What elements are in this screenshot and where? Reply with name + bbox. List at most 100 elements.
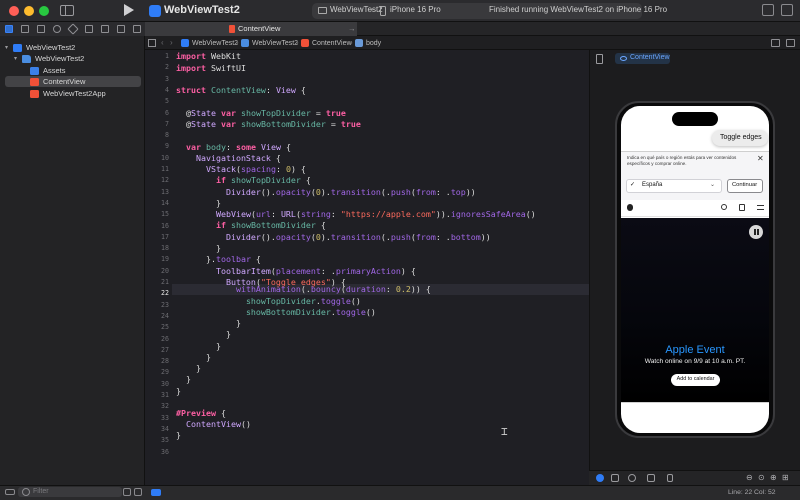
line-number[interactable]: 23	[145, 300, 169, 311]
code-line[interactable]: }	[176, 363, 201, 374]
zoom-actual-icon[interactable]: ⊙	[758, 473, 765, 482]
line-number[interactable]: 18	[145, 243, 169, 254]
code-line[interactable]: }.toolbar {	[176, 254, 261, 265]
sidebar-toggle-icon[interactable]	[60, 5, 74, 16]
symbol-navigator-icon[interactable]	[37, 25, 45, 33]
line-number[interactable]: 17	[145, 232, 169, 243]
code-line[interactable]: ContentView()	[176, 419, 251, 430]
code-line[interactable]: if showBottomDivider {	[176, 220, 326, 231]
code-line[interactable]: }	[176, 352, 211, 363]
line-number[interactable]: 16	[145, 221, 169, 232]
code-line[interactable]: @State var showTopDivider = true	[176, 108, 346, 119]
debug-navigator-icon[interactable]	[101, 25, 109, 33]
shopping-bag-icon[interactable]	[739, 204, 745, 211]
line-number[interactable]: 20	[145, 266, 169, 277]
menu-icon[interactable]	[757, 205, 764, 210]
code-line[interactable]: struct ContentView: View {	[176, 85, 306, 96]
back-arrow-icon[interactable]: ‹	[161, 38, 164, 47]
code-line[interactable]: }	[176, 243, 221, 254]
code-line[interactable]: import WebKit	[176, 51, 241, 62]
code-line[interactable]: }	[176, 318, 241, 329]
navigator-item-app[interactable]: WebViewTest2App	[30, 88, 141, 99]
apple-logo-icon[interactable]	[627, 204, 633, 211]
scheme-selector[interactable]: WebViewTest2	[330, 5, 383, 14]
line-number[interactable]: 13	[145, 187, 169, 198]
code-line[interactable]: ToolbarItem(placement: .primaryAction) {	[176, 266, 416, 277]
line-number[interactable]: 32	[145, 401, 169, 412]
code-line[interactable]: }	[176, 430, 181, 441]
add-file-icon[interactable]	[5, 489, 15, 495]
code-line[interactable]: }	[176, 374, 191, 385]
line-number[interactable]: 14	[145, 198, 169, 209]
code-line[interactable]: import SwiftUI	[176, 63, 246, 74]
zoom-window-button[interactable]	[39, 6, 49, 16]
zoom-in-icon[interactable]: ⊕	[770, 473, 777, 482]
variants-icon[interactable]	[628, 474, 636, 482]
line-number[interactable]: 29	[145, 367, 169, 378]
code-line[interactable]: }	[176, 386, 181, 397]
line-number[interactable]: 12	[145, 175, 169, 186]
device-selector-icon[interactable]	[667, 474, 673, 482]
code-line[interactable]: NavigationStack {	[176, 153, 281, 164]
line-number[interactable]: 3	[145, 74, 169, 85]
code-line[interactable]: Divider().opacity(0).transition(.push(fr…	[176, 232, 491, 243]
source-control-filter-icon[interactable]	[134, 488, 142, 496]
device-selector[interactable]: iPhone 16 Pro	[390, 5, 441, 14]
code-line[interactable]: }	[176, 341, 221, 352]
line-number[interactable]: 35	[145, 435, 169, 446]
breadcrumb-file[interactable]: ContentView	[301, 39, 352, 47]
debug-area-toggle-icon[interactable]	[151, 489, 161, 496]
navigator-item-project[interactable]: ▾ WebViewTest2	[5, 42, 141, 53]
pin-preview-icon[interactable]	[596, 54, 603, 64]
breadcrumb-project[interactable]: WebViewTest2	[181, 39, 238, 47]
report-navigator-icon[interactable]	[133, 25, 141, 33]
code-line[interactable]: if showTopDivider {	[176, 175, 311, 186]
recent-files-filter-icon[interactable]	[123, 488, 131, 496]
inspector-toggle-icon[interactable]	[781, 4, 793, 16]
code-line[interactable]: #Preview {	[176, 408, 226, 419]
line-number[interactable]: 19	[145, 254, 169, 265]
code-line[interactable]: VStack(spacing: 0) {	[176, 164, 306, 175]
project-navigator-icon[interactable]	[5, 25, 13, 33]
disclosure-icon[interactable]: ▾	[14, 55, 22, 62]
test-navigator-icon[interactable]	[85, 25, 93, 33]
find-navigator-icon[interactable]	[53, 25, 61, 33]
code-line[interactable]: Divider().opacity(0).transition(.push(fr…	[176, 187, 476, 198]
device-settings-icon[interactable]	[647, 474, 655, 482]
run-button[interactable]	[124, 4, 134, 16]
close-window-button[interactable]	[9, 6, 19, 16]
line-number[interactable]: 36	[145, 447, 169, 458]
add-editor-icon[interactable]	[786, 39, 795, 47]
pause-icon[interactable]	[749, 225, 763, 239]
line-number[interactable]: 21	[145, 277, 169, 288]
breadcrumb-folder[interactable]: WebViewTest2	[241, 39, 298, 47]
line-number[interactable]: 31	[145, 390, 169, 401]
minimize-window-button[interactable]	[24, 6, 34, 16]
zoom-to-fit-icon[interactable]: ⊞	[782, 473, 789, 482]
line-number[interactable]: 6	[145, 108, 169, 119]
forward-arrow-icon[interactable]: ›	[170, 38, 173, 47]
line-number[interactable]: 27	[145, 345, 169, 356]
related-items-icon[interactable]	[148, 39, 156, 47]
line-number[interactable]: 8	[145, 130, 169, 141]
line-number[interactable]: 2	[145, 62, 169, 73]
code-line[interactable]: @State var showBottomDivider = true	[176, 119, 361, 130]
navigator-item-group[interactable]: ▾ WebViewTest2	[14, 53, 141, 64]
zoom-out-icon[interactable]: ⊖	[746, 473, 753, 482]
code-line[interactable]: WebView(url: URL(string: "https://apple.…	[176, 209, 536, 220]
navigator-item-contentview[interactable]: ContentView	[5, 76, 141, 87]
editor-options-icon[interactable]	[771, 39, 780, 47]
pin-tab-icon[interactable]: →	[348, 24, 356, 33]
line-number[interactable]: 33	[145, 413, 169, 424]
code-line[interactable]: showBottomDivider.toggle()	[176, 307, 376, 318]
line-number[interactable]: 30	[145, 379, 169, 390]
library-button-icon[interactable]	[762, 4, 774, 16]
line-number[interactable]: 26	[145, 334, 169, 345]
line-number[interactable]: 4	[145, 85, 169, 96]
line-number[interactable]: 1	[145, 51, 169, 62]
line-number[interactable]: 25	[145, 322, 169, 333]
line-number[interactable]: 24	[145, 311, 169, 322]
navigator-item-assets[interactable]: Assets	[30, 65, 141, 76]
source-control-navigator-icon[interactable]	[21, 25, 29, 33]
line-number[interactable]: 9	[145, 141, 169, 152]
